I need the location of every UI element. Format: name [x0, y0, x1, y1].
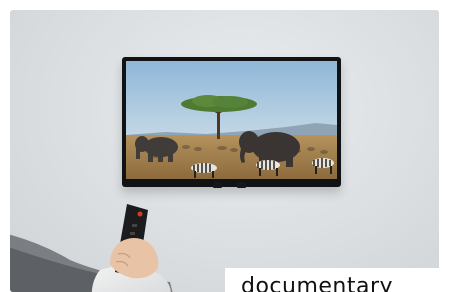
- living-room-photo: [10, 10, 439, 292]
- tv-screen: [126, 61, 337, 179]
- caption-label: documentary: [225, 268, 439, 292]
- television: [122, 57, 341, 187]
- caption-text: documentary: [241, 274, 394, 292]
- tv-mount-bracket: [237, 182, 246, 188]
- person-with-remote: [10, 204, 173, 292]
- savanna-scene: [126, 61, 337, 179]
- image-frame: documentary: [0, 0, 449, 292]
